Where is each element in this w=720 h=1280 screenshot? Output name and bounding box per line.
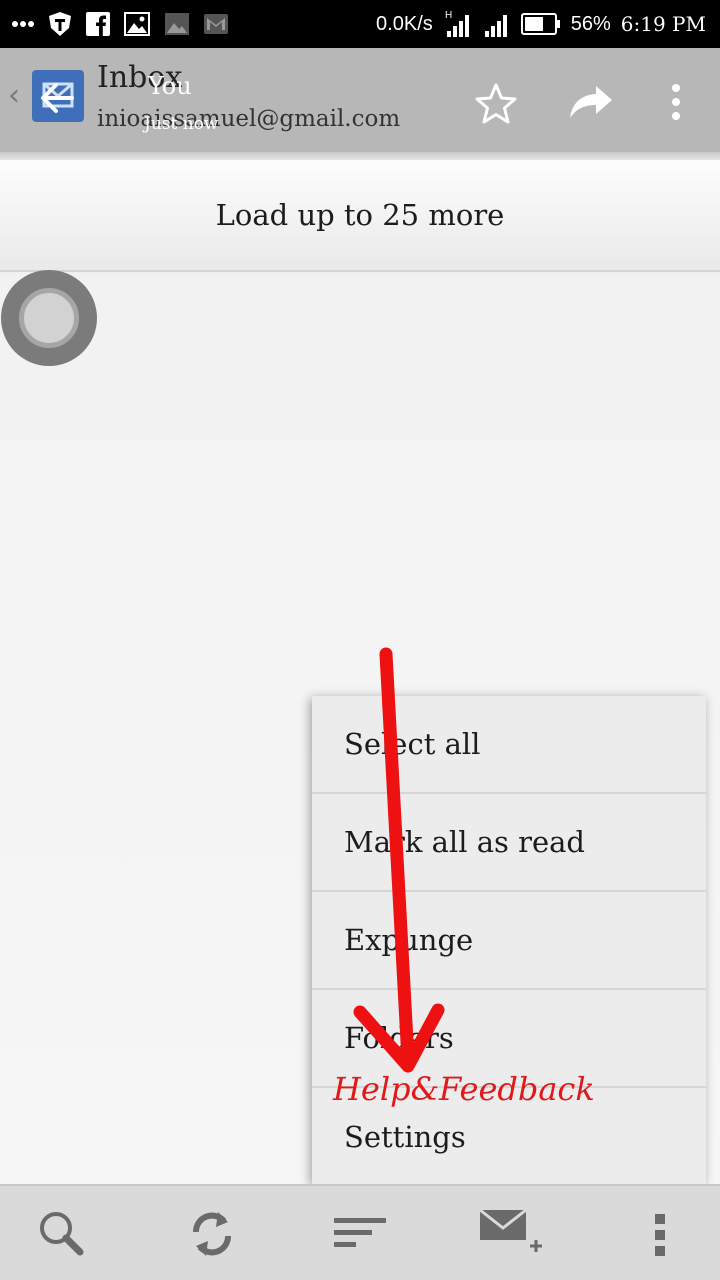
chevron-left-icon[interactable]: ‹ xyxy=(8,78,20,113)
assistive-touch-button[interactable] xyxy=(1,270,97,366)
image-dim-icon xyxy=(164,12,190,36)
overflow-menu-icon[interactable] xyxy=(664,82,688,126)
network-type: H xyxy=(445,10,452,21)
star-icon[interactable] xyxy=(474,82,518,130)
battery-icon xyxy=(520,13,561,35)
bottom-toolbar xyxy=(0,1184,720,1280)
battery-percent: 56% xyxy=(570,12,611,35)
sort-icon[interactable] xyxy=(332,1208,388,1262)
shield-t-icon xyxy=(48,11,72,37)
clock: 6:19 PM xyxy=(620,12,706,36)
load-more-button[interactable]: Load up to 25 more xyxy=(0,160,720,272)
more-dots-icon xyxy=(12,20,34,28)
signal-icon xyxy=(483,10,511,38)
action-bar: ‹ Inbox inioaissamuel@gmail.com You Just… xyxy=(0,48,720,160)
signal-h-icon: H xyxy=(443,9,473,39)
gmail-icon xyxy=(204,14,228,34)
menu-item-mark-all-read[interactable]: Mark all as read xyxy=(312,794,706,892)
status-bar: 0.0K/s H 56% 6:19 PM xyxy=(0,0,720,48)
facebook-icon xyxy=(86,12,110,36)
overflow-icon[interactable] xyxy=(650,1208,670,1262)
search-icon[interactable] xyxy=(36,1208,86,1262)
annotation-text: Help&Feedback xyxy=(333,1070,595,1108)
account-email: inioaissamuel@gmail.com xyxy=(97,106,401,132)
overflow-popup-menu: Select all Mark all as read Expunge Fold… xyxy=(312,696,706,1184)
menu-item-select-all[interactable]: Select all xyxy=(312,696,706,794)
notification-sender: You xyxy=(148,72,192,100)
back-arrow-icon[interactable] xyxy=(36,78,76,122)
menu-item-expunge[interactable]: Expunge xyxy=(312,892,706,990)
image-icon xyxy=(124,12,150,36)
forward-icon[interactable] xyxy=(568,82,614,126)
compose-icon[interactable] xyxy=(478,1206,544,1266)
network-speed: 0.0K/s xyxy=(376,12,433,35)
refresh-icon[interactable] xyxy=(186,1208,238,1264)
notification-time: Just now xyxy=(144,114,219,134)
